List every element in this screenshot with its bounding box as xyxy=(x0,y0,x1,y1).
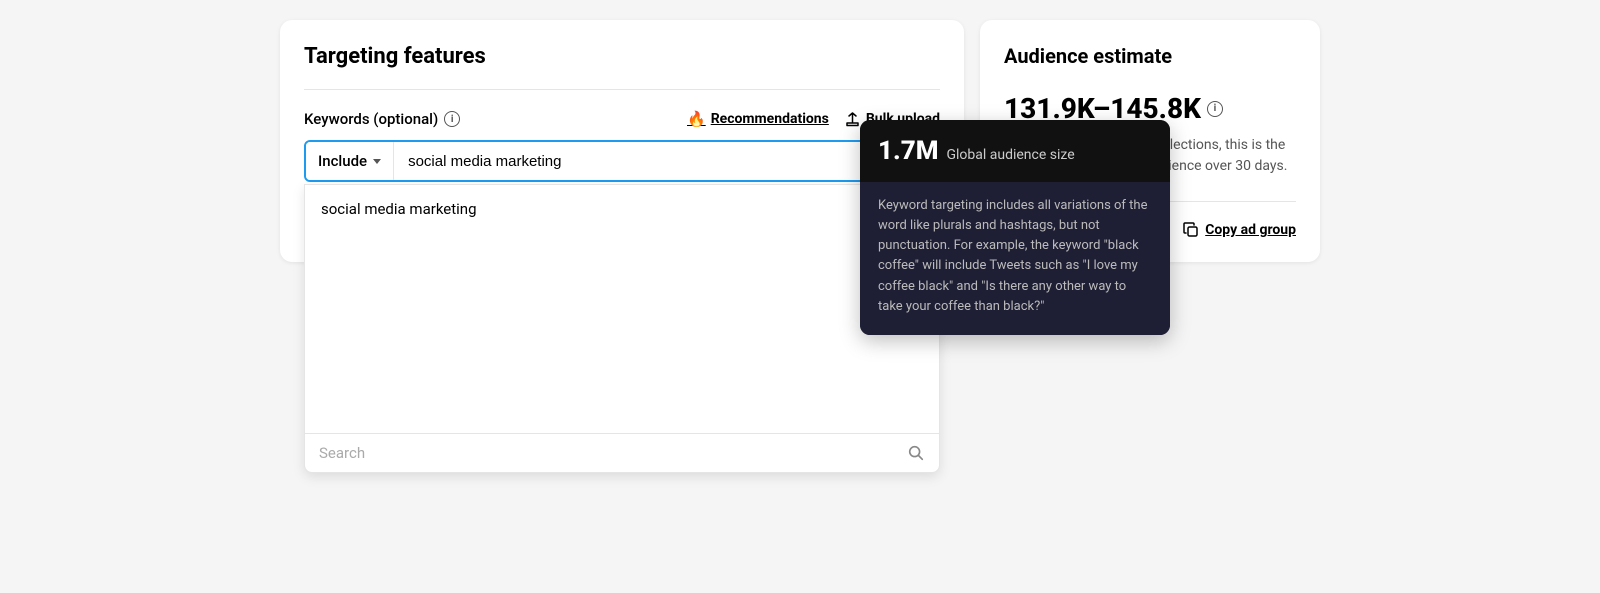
keywords-label-group: Keywords (optional) i xyxy=(304,110,460,128)
tooltip-box: 1.7M Global audience size Keyword target… xyxy=(860,120,1170,335)
tooltip-header: 1.7M Global audience size xyxy=(860,120,1170,182)
search-bar: Search xyxy=(305,433,939,472)
panel-title: Targeting features xyxy=(304,44,940,69)
chevron-down-icon xyxy=(373,159,381,164)
audience-title: Audience estimate xyxy=(1004,44,1296,68)
search-icon xyxy=(907,444,925,462)
tooltip-text: Keyword targeting includes all variation… xyxy=(878,196,1152,317)
keyword-input-row: Include xyxy=(304,140,940,182)
dropdown-empty-space xyxy=(305,233,939,433)
keywords-label: Keywords (optional) xyxy=(304,110,438,128)
suggestion-dropdown: social media marketing ✓ Search xyxy=(304,184,940,473)
keywords-header: Keywords (optional) i 🔥 Recommendations xyxy=(304,110,940,128)
include-dropdown[interactable]: Include xyxy=(306,142,394,180)
targeting-features-panel: Targeting features Keywords (optional) i… xyxy=(280,20,964,262)
info-icon[interactable]: i xyxy=(444,111,460,127)
copy-icon xyxy=(1183,222,1199,238)
tooltip-stat: 1.7M xyxy=(878,136,938,166)
tooltip-body: Keyword targeting includes all variation… xyxy=(860,182,1170,335)
keyword-input[interactable] xyxy=(394,143,938,180)
flame-icon: 🔥 xyxy=(687,110,706,128)
upload-icon xyxy=(845,111,861,127)
audience-info-icon[interactable]: i xyxy=(1207,101,1223,117)
divider xyxy=(304,89,940,90)
recommendations-link[interactable]: 🔥 Recommendations xyxy=(687,110,829,128)
tooltip-stat-label: Global audience size xyxy=(946,147,1074,163)
suggestion-item[interactable]: social media marketing ✓ xyxy=(305,185,939,233)
keyword-input-container: Include social media marketing ✓ Search xyxy=(304,140,940,182)
